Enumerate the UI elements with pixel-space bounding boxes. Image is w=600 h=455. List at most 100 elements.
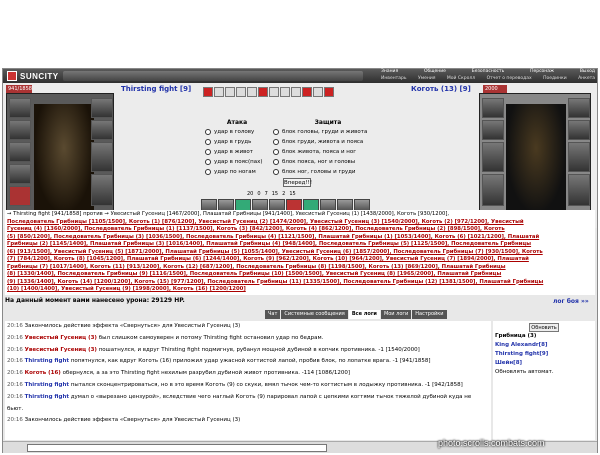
gloves-slot[interactable] <box>9 164 31 184</box>
attack-option[interactable]: удар по ногам <box>205 167 269 177</box>
radio-icon[interactable] <box>205 129 211 135</box>
fight-log-link[interactable]: лог боя »» <box>553 298 589 305</box>
attack-option[interactable]: удар в голову <box>205 127 269 137</box>
log-line: (8) [1330/1400], Последователь Грибницы … <box>7 271 502 277</box>
defense-option[interactable]: блок ног, головы и груди <box>273 167 383 177</box>
skill-icon[interactable] <box>313 87 323 97</box>
potion-icon[interactable] <box>247 87 257 97</box>
chat-line: 20:16 Увесистый Гусениц (3) пошатнулся, … <box>7 346 420 353</box>
sword-icon[interactable] <box>236 87 246 97</box>
menu-item[interactable]: Анкета <box>578 75 595 82</box>
left-fighter-name[interactable]: Thirsting fight [9] <box>121 85 191 93</box>
radio-icon[interactable] <box>273 149 279 155</box>
counter: 2 <box>282 191 286 197</box>
gloves-slot[interactable] <box>482 174 504 206</box>
weapon-slot[interactable] <box>9 142 31 162</box>
counter: 0 <box>257 191 261 197</box>
shield-slot[interactable] <box>568 142 590 172</box>
boots-slot[interactable] <box>568 174 590 206</box>
fight-panel: 941/1858 Thirsting fight [9] Атака удар … <box>3 83 597 228</box>
tab-my-logs[interactable]: Мои логи <box>380 310 412 319</box>
user-item[interactable]: King Alexandr[8] <box>495 341 593 350</box>
defense-option[interactable]: блок пояса, ног и головы <box>273 157 383 167</box>
magic-icon[interactable] <box>269 87 279 97</box>
defense-header: Защита <box>314 119 342 126</box>
chat-line: 20:16 Увесистый Гусениц (3) был слишком … <box>7 334 324 341</box>
defense-option[interactable]: блок живота, пояса и ног <box>273 147 383 157</box>
menu-item[interactable]: Мой Скролл <box>447 75 475 82</box>
scroll-icon[interactable] <box>214 87 224 97</box>
menu-item[interactable]: Отчет о переводах <box>487 75 532 82</box>
shield-icon[interactable] <box>280 87 290 97</box>
armor-slot[interactable] <box>9 120 31 140</box>
counter: 20 <box>247 191 254 197</box>
left-character-image <box>34 104 94 214</box>
attack-icon[interactable] <box>302 87 312 97</box>
menu-item[interactable]: Умения <box>418 75 435 82</box>
ring-slot[interactable] <box>91 120 113 140</box>
log-line: (5) [850/1200], Последователь Грибницы (… <box>7 233 540 240</box>
logo: SUNCITY <box>7 70 59 82</box>
user-item[interactable]: Шейн[8] <box>495 359 593 368</box>
helmet-slot[interactable] <box>482 98 504 118</box>
amulet-slot[interactable] <box>91 98 113 118</box>
weapon-slot[interactable] <box>482 142 504 172</box>
menu-item[interactable]: Поединки <box>543 75 567 82</box>
log-line: → Thirsting fight [941/1858] против → Ув… <box>7 211 450 217</box>
helmet-slot[interactable] <box>9 98 31 118</box>
user-item[interactable]: Thirsting fight[9] <box>495 350 593 359</box>
damage-summary: На данный момент вами нанесено урона: 29… <box>5 297 185 304</box>
heart-icon[interactable] <box>203 87 213 97</box>
chat-line: 20:16 Thirsting fight пытался сконцентри… <box>7 381 463 388</box>
go-button[interactable]: Вперед!!! <box>283 178 312 187</box>
top-panel <box>63 71 363 81</box>
defense-panel: Защита блок головы, груди и живота блок … <box>273 119 383 177</box>
amulet-slot[interactable] <box>568 98 590 118</box>
menu-item[interactable]: Инвентарь <box>381 75 407 82</box>
flag-icon[interactable] <box>258 87 268 97</box>
armor-slot[interactable] <box>482 120 504 140</box>
attack-header: Атака <box>226 119 248 126</box>
boots-slot[interactable] <box>91 174 113 206</box>
radio-icon[interactable] <box>273 129 279 135</box>
right-fighter-name[interactable]: Коготь (13) [9] <box>411 85 471 93</box>
counter: 15 <box>271 191 279 197</box>
tab-chat[interactable]: Чат <box>265 310 281 319</box>
sub-menu: Инвентарь Умения Мой Скролл Отчет о перевод… <box>381 75 595 82</box>
log-line: (6) [913/1500], Увесистый Гусениц (5) [1… <box>7 248 543 255</box>
attack-option[interactable]: удар в пояс(пах) <box>205 157 269 167</box>
radio-icon[interactable] <box>205 149 211 155</box>
log-line: Грибницы (2) [1145/1400], Плашатай Грибн… <box>7 241 532 247</box>
refresh-button[interactable]: Обновить <box>529 323 559 332</box>
log-line: Грибницы (7) [1017/1400], Коготь (11) [9… <box>7 263 506 270</box>
chat-line: 20:16 Thirsting fight думал о «вырезано … <box>7 393 472 412</box>
top-menu-bar: SUNCITY Знания Общение Безопасность Персона… <box>3 69 597 83</box>
cross-icon[interactable] <box>291 87 301 97</box>
belt-slot[interactable] <box>9 186 31 206</box>
defense-option[interactable]: блок груди, живота и пояса <box>273 137 383 147</box>
radio-icon[interactable] <box>205 139 211 145</box>
chat-log: 20:16 Закончилось действие эффекта «Свер… <box>5 321 491 440</box>
shield-slot[interactable] <box>91 142 113 172</box>
tab-all-logs[interactable]: Все логи <box>348 310 380 319</box>
radio-icon[interactable] <box>205 159 211 165</box>
attack-option[interactable]: удар в грудь <box>205 137 269 147</box>
chat-line: 20:16 Закончилось действие эффекта «Свер… <box>7 323 241 329</box>
tab-system[interactable]: Системные сообщения <box>281 310 348 319</box>
heal-icon[interactable] <box>324 87 334 97</box>
chat-input[interactable] <box>27 444 327 452</box>
tab-settings[interactable]: Настройки <box>412 310 447 319</box>
fight-log: → Thirsting fight [941/1858] против → Ув… <box>5 210 595 295</box>
defense-option[interactable]: блок головы, груди и живота <box>273 127 383 137</box>
radio-icon[interactable] <box>273 139 279 145</box>
radio-icon[interactable] <box>205 169 211 175</box>
radio-icon[interactable] <box>273 159 279 165</box>
chat-line: 20:16 Коготь (16) обернулся, а за это Th… <box>7 370 351 377</box>
auto-refresh-checkbox[interactable]: Обновлять автомат. <box>495 368 593 377</box>
radio-icon[interactable] <box>273 169 279 175</box>
hp-counters: 20 0 7 15 2 15 <box>247 191 357 197</box>
ring-slot[interactable] <box>568 120 590 140</box>
log-line: Последователь Грибницы [1105/1500], Кого… <box>7 218 524 225</box>
spell-icon[interactable] <box>225 87 235 97</box>
attack-option[interactable]: удар в живот <box>205 147 269 157</box>
